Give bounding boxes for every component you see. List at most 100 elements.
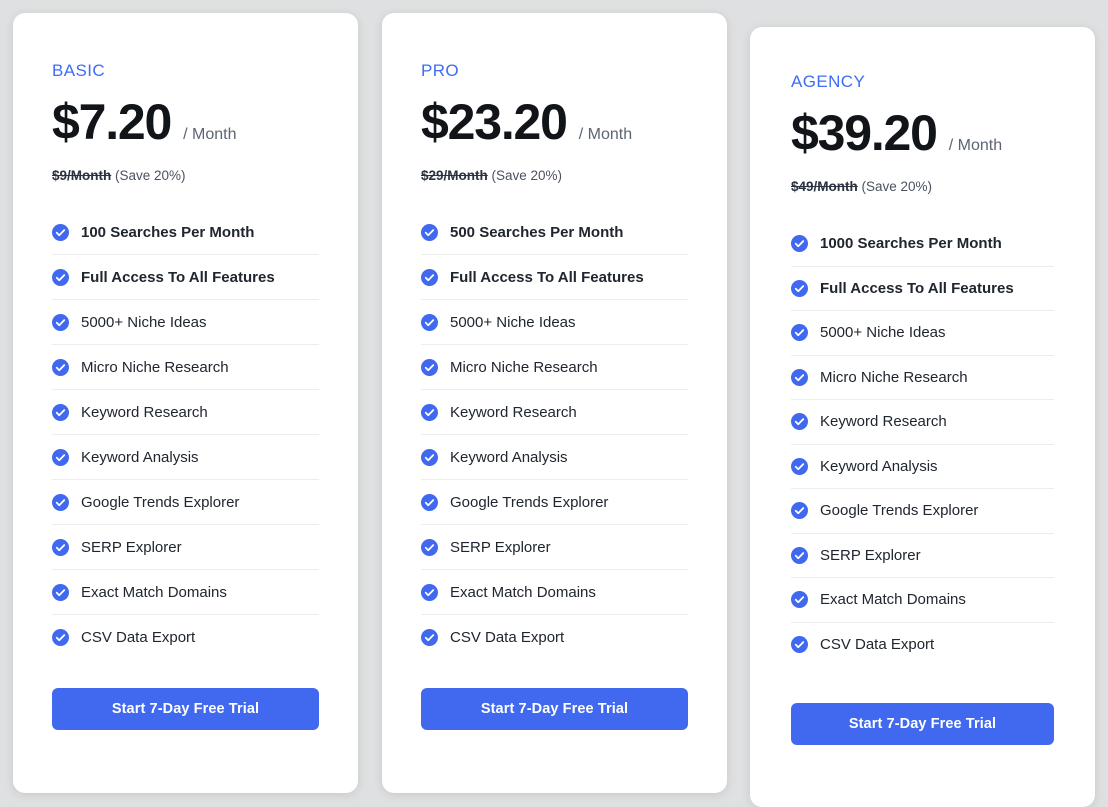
feature-label: 1000 Searches Per Month: [820, 235, 1002, 252]
feature-item: Keyword Research: [421, 390, 688, 435]
feature-item: Google Trends Explorer: [791, 489, 1054, 534]
savings-note: (Save 20%): [488, 168, 562, 183]
feature-item: 5000+ Niche Ideas: [421, 300, 688, 345]
feature-label: Micro Niche Research: [450, 359, 598, 376]
check-circle-icon: [791, 324, 808, 341]
feature-label: SERP Explorer: [81, 539, 182, 556]
plan-name: BASIC: [52, 61, 319, 81]
feature-label: CSV Data Export: [450, 629, 564, 646]
feature-item: 500 Searches Per Month: [421, 210, 688, 255]
feature-item: Full Access To All Features: [421, 255, 688, 300]
pricing-card-pro: PRO $23.20/ Month $29/Month (Save 20%) 500 …: [382, 13, 727, 793]
feature-label: 100 Searches Per Month: [81, 224, 254, 241]
feature-label: Micro Niche Research: [81, 359, 229, 376]
feature-item: 5000+ Niche Ideas: [791, 311, 1054, 356]
pricing-card-body: PRO $23.20/ Month $29/Month (Save 20%) 500 …: [382, 13, 727, 793]
feature-label: SERP Explorer: [820, 547, 921, 564]
feature-item: Micro Niche Research: [421, 345, 688, 390]
check-circle-icon: [52, 494, 69, 511]
savings-note: (Save 20%): [111, 168, 185, 183]
feature-label: 5000+ Niche Ideas: [81, 314, 207, 331]
check-circle-icon: [791, 458, 808, 475]
feature-item: SERP Explorer: [52, 525, 319, 570]
feature-label: Keyword Research: [820, 413, 947, 430]
check-circle-icon: [791, 369, 808, 386]
feature-item: Exact Match Domains: [421, 570, 688, 615]
check-circle-icon: [791, 413, 808, 430]
check-circle-icon: [52, 539, 69, 556]
check-circle-icon: [421, 494, 438, 511]
check-circle-icon: [52, 584, 69, 601]
price-amount: $39.20: [791, 108, 937, 158]
original-price: $49/Month: [791, 179, 858, 194]
check-circle-icon: [421, 359, 438, 376]
feature-label: Google Trends Explorer: [81, 494, 239, 511]
check-circle-icon: [52, 449, 69, 466]
feature-item: 1000 Searches Per Month: [791, 222, 1054, 267]
check-circle-icon: [52, 359, 69, 376]
savings-note: (Save 20%): [858, 179, 932, 194]
check-circle-icon: [421, 269, 438, 286]
feature-item: Google Trends Explorer: [52, 480, 319, 525]
feature-label: Micro Niche Research: [820, 369, 968, 386]
feature-label: SERP Explorer: [450, 539, 551, 556]
feature-label: 500 Searches Per Month: [450, 224, 623, 241]
check-circle-icon: [791, 280, 808, 297]
price-row: $39.20 / Month: [791, 108, 1054, 158]
plan-name: AGENCY: [791, 72, 1054, 92]
original-price-note: $29/Month (Save 20%): [421, 168, 688, 183]
feature-label: Keyword Analysis: [820, 458, 938, 475]
cta-container: Start 7-Day Free Trial: [52, 688, 319, 793]
feature-label: Full Access To All Features: [81, 269, 275, 286]
feature-label: Google Trends Explorer: [450, 494, 608, 511]
price-period: / Month: [183, 126, 236, 144]
original-price: $29/Month: [421, 168, 488, 183]
check-circle-icon: [421, 449, 438, 466]
feature-item: Keyword Research: [52, 390, 319, 435]
price-row: $23.20/ Month: [421, 97, 688, 147]
feature-label: Keyword Research: [81, 404, 208, 421]
feature-item: Micro Niche Research: [52, 345, 319, 390]
feature-label: Keyword Research: [450, 404, 577, 421]
feature-label: Full Access To All Features: [450, 269, 644, 286]
check-circle-icon: [52, 314, 69, 331]
price-period: / Month: [579, 126, 632, 144]
check-circle-icon: [421, 314, 438, 331]
start-free-trial-button[interactable]: Start 7-Day Free Trial: [52, 688, 319, 730]
feature-item: Keyword Analysis: [52, 435, 319, 480]
feature-label: Keyword Analysis: [450, 449, 568, 466]
feature-label: 5000+ Niche Ideas: [450, 314, 576, 331]
original-price-note: $49/Month (Save 20%): [791, 179, 1054, 194]
feature-item: SERP Explorer: [791, 534, 1054, 579]
feature-item: 100 Searches Per Month: [52, 210, 319, 255]
feature-item: Google Trends Explorer: [421, 480, 688, 525]
pricing-card-body: BASIC $7.20 / Month $9/Month (Save 20%) 100 …: [13, 13, 358, 793]
check-circle-icon: [791, 591, 808, 608]
check-circle-icon: [791, 502, 808, 519]
price-period: / Month: [949, 137, 1002, 155]
original-price: $9/Month: [52, 168, 111, 183]
check-circle-icon: [791, 235, 808, 252]
check-circle-icon: [52, 404, 69, 421]
feature-item: SERP Explorer: [421, 525, 688, 570]
cta-container: Start 7-Day Free Trial: [421, 688, 688, 793]
feature-item: Exact Match Domains: [52, 570, 319, 615]
check-circle-icon: [421, 629, 438, 646]
start-free-trial-button[interactable]: Start 7-Day Free Trial: [421, 688, 688, 730]
feature-list: 500 Searches Per Month Full Access To All…: [421, 210, 688, 660]
start-free-trial-button[interactable]: Start 7-Day Free Trial: [791, 703, 1054, 745]
feature-item: Keyword Analysis: [421, 435, 688, 480]
feature-item: Keyword Analysis: [791, 445, 1054, 490]
plan-name: PRO: [421, 61, 688, 81]
pricing-card-basic: BASIC $7.20 / Month $9/Month (Save 20%) 100 …: [13, 13, 358, 793]
feature-label: Keyword Analysis: [81, 449, 199, 466]
feature-label: CSV Data Export: [81, 629, 195, 646]
check-circle-icon: [421, 539, 438, 556]
check-circle-icon: [52, 224, 69, 241]
feature-label: CSV Data Export: [820, 636, 934, 653]
feature-list: 100 Searches Per Month Full Access To All…: [52, 210, 319, 660]
pricing-card-agency: AGENCY $39.20 / Month $49/Month (Save 20%) 1…: [750, 27, 1095, 807]
feature-item: Exact Match Domains: [791, 578, 1054, 623]
price-amount: $7.20: [52, 97, 171, 147]
feature-label: Exact Match Domains: [820, 591, 966, 608]
